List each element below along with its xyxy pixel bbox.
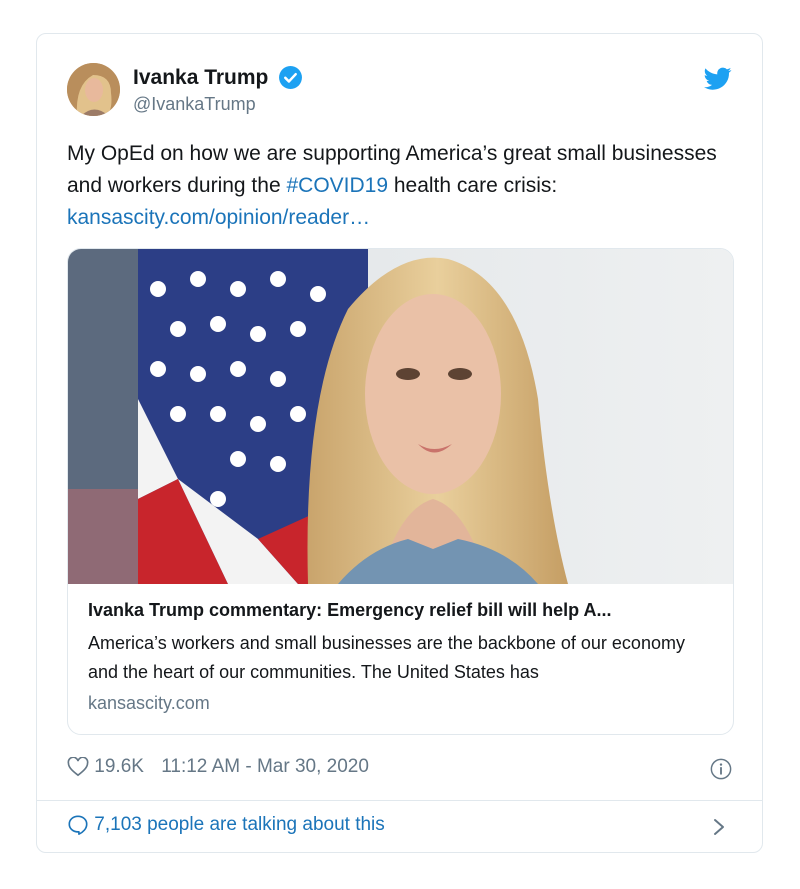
divider <box>37 800 762 801</box>
twitter-bird-icon[interactable] <box>704 67 732 91</box>
link-card[interactable]: Ivanka Trump commentary: Emergency relie… <box>67 248 734 735</box>
card-image[interactable] <box>68 249 733 584</box>
author-names: Ivanka Trump @IvankaTrump <box>133 65 303 115</box>
chevron-right-icon[interactable] <box>712 818 726 836</box>
speech-bubble-icon <box>68 815 88 835</box>
card-domain: kansascity.com <box>88 693 210 713</box>
tweet-meta: 19.6K 11:12 AM - Mar 30, 2020 <box>67 756 732 786</box>
tweet-header: Ivanka Trump @IvankaTrump <box>67 63 732 121</box>
display-name[interactable]: Ivanka Trump <box>133 66 268 90</box>
article-link[interactable]: kansascity.com/opinion/reader… <box>67 206 370 229</box>
heart-icon[interactable] <box>67 757 89 777</box>
avatar[interactable] <box>67 63 120 116</box>
verified-badge-icon <box>278 66 302 89</box>
tweet-embed[interactable]: Ivanka Trump @IvankaTrump My OpEd on how… <box>36 33 763 853</box>
handle[interactable]: @IvankaTrump <box>133 94 303 115</box>
conversation-link[interactable]: 7,103 people are talking about this <box>67 814 732 842</box>
card-description: America’s workers and small businesses a… <box>88 633 685 682</box>
card-body: Ivanka Trump commentary: Emergency relie… <box>88 597 713 714</box>
talking-count[interactable]: 7,103 people are talking about this <box>94 814 385 835</box>
info-icon[interactable] <box>710 758 732 780</box>
card-title[interactable]: Ivanka Trump commentary: Emergency relie… <box>88 597 713 623</box>
hashtag-link[interactable]: #COVID19 <box>286 174 388 197</box>
like-count[interactable]: 19.6K <box>94 756 144 777</box>
tweet-text: My OpEd on how we are supporting America… <box>67 138 747 234</box>
timestamp[interactable]: 11:12 AM - Mar 30, 2020 <box>161 756 369 777</box>
tweet-text-after: health care crisis: <box>388 174 558 197</box>
